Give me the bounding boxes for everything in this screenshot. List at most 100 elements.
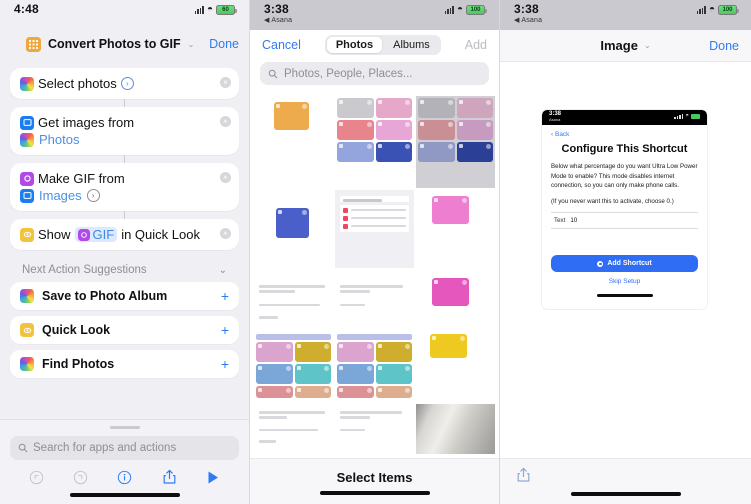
search-icon	[18, 443, 28, 453]
preview-bottom-bar	[500, 458, 751, 504]
cancel-button[interactable]: Cancel	[262, 38, 301, 52]
disclosure-arrow-icon[interactable]: ›	[86, 189, 100, 202]
done-button[interactable]: Done	[209, 37, 239, 51]
action-card-select-photos[interactable]: Select photos › ×	[10, 68, 239, 99]
status-back-app[interactable]: ◀ Asana	[514, 17, 542, 24]
inner-status-right: ◓	[674, 111, 700, 119]
suggestion-label: Find Photos	[42, 357, 115, 371]
play-icon[interactable]	[206, 470, 220, 485]
photo-grid[interactable]	[250, 96, 499, 458]
photo-grid-row	[250, 270, 499, 328]
tab-photos[interactable]: Photos	[326, 37, 383, 53]
status-left: 3:38 ◀ Asana	[514, 3, 542, 24]
remove-action-button[interactable]: ×	[220, 77, 231, 88]
photo-thumbnail-yellow-card[interactable]	[416, 330, 495, 402]
remove-action-button[interactable]: ×	[220, 228, 231, 239]
photo-thumbnail-shortcut-colorful-2[interactable]	[335, 330, 414, 402]
inner-status-bar: 3:38 Asana ◓	[542, 110, 707, 125]
photos-icon	[20, 132, 34, 147]
wifi-icon: ◓	[685, 113, 689, 119]
suggestion-row-save-to-photo-album[interactable]: Save to Photo Album +	[10, 282, 239, 310]
status-right: ◓ 100	[696, 3, 739, 15]
cellular-signal-icon	[444, 6, 454, 14]
photo-search-field[interactable]: Photos, People, Places...	[260, 62, 489, 85]
done-button[interactable]: Done	[709, 39, 739, 53]
action-list: Select photos › × Get images from Photos	[0, 58, 249, 378]
photo-thumbnail-text-b[interactable]	[335, 270, 414, 328]
quicklook-icon	[20, 323, 34, 337]
disclosure-arrow-icon[interactable]: ›	[120, 77, 134, 90]
photo-thumbnail-next-action-suggestions[interactable]	[335, 190, 414, 268]
redo-icon[interactable]	[73, 470, 88, 485]
suggestions-header[interactable]: Next Action Suggestions ⌄	[10, 250, 239, 282]
editor-bottom-panel: Search for apps and actions	[0, 419, 249, 504]
remove-action-button[interactable]: ×	[220, 172, 231, 183]
action-card-make-gif-from[interactable]: Make GIF from Images › ×	[10, 163, 239, 211]
status-time: 3:38	[264, 2, 289, 16]
photos-icon	[20, 76, 34, 91]
action-token-gif[interactable]: GIF	[74, 227, 118, 242]
inner-paragraph-1: Below what percentage do you want Ultra …	[551, 163, 698, 190]
photo-thumbnail-blue-tile[interactable]	[254, 190, 333, 268]
status-left: 4:48	[14, 3, 39, 16]
photo-thumbnail-shortcut-orange[interactable]	[254, 96, 333, 188]
photo-thumbnail-paper-photo[interactable]	[416, 404, 495, 454]
photo-grid-row	[250, 96, 499, 188]
select-items-label[interactable]: Select Items	[250, 459, 499, 485]
remove-action-button[interactable]: ×	[220, 116, 231, 127]
photo-thumbnail-shortcut-colorful[interactable]	[254, 330, 333, 402]
suggestion-row-quick-look[interactable]: Quick Look +	[10, 316, 239, 344]
chevron-down-icon[interactable]: ⌄	[188, 40, 195, 49]
add-button[interactable]: Add	[465, 38, 487, 52]
action-parameter-photos[interactable]: Photos	[39, 132, 79, 147]
suggestions-title: Next Action Suggestions	[22, 264, 147, 276]
add-shortcut-label: Add Shortcut	[607, 260, 652, 268]
chevron-down-icon[interactable]: ⌄	[644, 41, 651, 50]
wifi-icon: ◓	[708, 3, 715, 15]
gif-icon	[20, 171, 34, 186]
info-icon[interactable]	[117, 470, 132, 485]
photo-thumbnail-text-d[interactable]	[335, 404, 414, 454]
photo-thumbnail-shortcut-pink[interactable]	[335, 96, 414, 188]
photo-thumbnail-shortcut-gray[interactable]	[416, 96, 495, 188]
status-bar: 3:38 ◀ Asana ◓ 100	[250, 0, 499, 30]
field-key: Text	[554, 217, 566, 225]
battery-icon: 100	[718, 5, 739, 15]
suggestion-row-find-photos[interactable]: Find Photos +	[10, 350, 239, 378]
cellular-signal-icon	[696, 6, 706, 14]
action-card-get-images-from[interactable]: Get images from Photos ×	[10, 107, 239, 155]
home-indicator	[69, 493, 180, 497]
sheet-grabber[interactable]	[109, 426, 140, 429]
image-preview-stage[interactable]: 3:38 Asana ◓ ‹ Back Configure This Short…	[500, 70, 751, 458]
screen-shortcut-editor: 4:48 ◓ 60 Convert Photos to GIF ⌄ Done S…	[0, 0, 250, 504]
page-title: Image	[600, 38, 638, 53]
action-parameter-images[interactable]: Images	[39, 188, 82, 203]
shortcut-grid-icon	[26, 36, 41, 52]
preview-nav-bar: Image ⌄ Done	[500, 30, 751, 62]
status-back-app[interactable]: ◀ Asana	[264, 17, 292, 24]
cellular-signal-icon	[194, 6, 204, 14]
status-right: ◓ 100	[444, 3, 487, 15]
chevron-down-icon[interactable]: ⌄	[219, 265, 227, 276]
shortcut-title-group[interactable]: Convert Photos to GIF ⌄	[26, 36, 195, 52]
three-screen-comparison: 4:48 ◓ 60 Convert Photos to GIF ⌄ Done S…	[0, 0, 751, 504]
share-icon[interactable]	[162, 469, 177, 485]
photos-icon	[20, 357, 34, 371]
add-shortcut-button: Add Shortcut	[551, 255, 698, 273]
photo-thumbnail-pink-card[interactable]	[416, 190, 495, 268]
action-card-show-in-quick-look[interactable]: Show GIF in Quick Look ×	[10, 219, 239, 250]
segmented-control[interactable]: Photos Albums	[324, 35, 441, 55]
tab-albums[interactable]: Albums	[384, 37, 439, 53]
action-connector	[124, 155, 125, 163]
photo-thumbnail-pink-card-2[interactable]	[416, 270, 495, 328]
undo-icon[interactable]	[29, 470, 44, 485]
photo-thumbnail-text-c[interactable]	[254, 404, 333, 454]
share-icon[interactable]	[516, 467, 531, 483]
suggestion-label: Quick Look	[42, 323, 111, 337]
search-apps-actions-field[interactable]: Search for apps and actions	[10, 436, 239, 460]
picker-nav-bar: Cancel Photos Albums Add	[250, 30, 499, 60]
search-placeholder: Photos, People, Places...	[284, 67, 413, 80]
skip-setup-link: Skip Setup	[608, 278, 641, 286]
status-right: ◓ 60	[194, 3, 237, 15]
photo-thumbnail-text-a[interactable]	[254, 270, 333, 328]
